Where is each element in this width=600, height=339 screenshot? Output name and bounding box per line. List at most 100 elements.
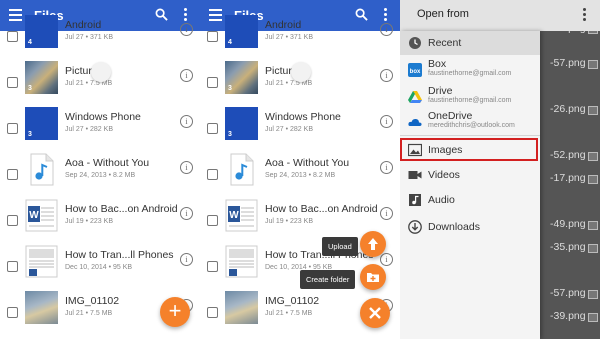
info-icon[interactable]: i: [180, 207, 193, 220]
drawer-item-downloads[interactable]: Downloads: [400, 215, 540, 239]
image-file-icon: [588, 106, 598, 115]
image-file-icon: [588, 60, 598, 69]
info-icon[interactable]: i: [380, 161, 393, 174]
folder-add-icon: [367, 273, 379, 282]
drawer-item-onedrive[interactable]: OneDrive meredithchris@outlook.com: [400, 110, 540, 134]
select-checkbox[interactable]: [207, 307, 218, 318]
file-row[interactable]: 3 Windows Phone Jul 27 • 282 KB i: [200, 106, 400, 152]
file-meta: Sep 24, 2013 • 8.2 MB: [265, 172, 336, 179]
select-checkbox[interactable]: [7, 169, 18, 180]
add-fab-button[interactable]: +: [160, 297, 190, 327]
info-icon[interactable]: i: [380, 69, 393, 82]
file-name: Aoa - Without You: [65, 157, 150, 169]
box-icon: box: [408, 63, 422, 77]
more-options-icon[interactable]: [583, 8, 586, 23]
open-from-header: Open from: [400, 0, 600, 31]
background-file-row: -35.png: [530, 226, 600, 272]
drawer-item-label: Videos: [428, 169, 460, 181]
photo-thumbnail: 3: [25, 61, 58, 94]
word-document-icon: W: [225, 199, 258, 232]
file-meta: Jul 27 • 371 KB: [65, 34, 113, 41]
drawer-item-audio[interactable]: Audio: [400, 188, 540, 212]
file-thumbnail: [225, 153, 258, 186]
file-row[interactable]: W How to Bac...on Android Jul 19 • 223 KB i: [0, 198, 200, 244]
select-checkbox[interactable]: [207, 77, 218, 88]
audio-file-icon: [230, 153, 254, 186]
background-file-row: -39.png: [530, 295, 600, 339]
drive-icon: [408, 91, 422, 103]
upload-icon: [368, 238, 378, 250]
drawer-item-box[interactable]: box Box faustinethorne@gmail.com: [400, 58, 540, 82]
file-row[interactable]: 3 Windows Phone Jul 27 • 282 KB i: [0, 106, 200, 152]
select-checkbox[interactable]: [7, 215, 18, 226]
select-checkbox[interactable]: [7, 307, 18, 318]
video-icon: [408, 171, 422, 179]
create-folder-tooltip: Create folder: [300, 270, 356, 289]
service-account: meredithchris@outlook.com: [428, 122, 515, 129]
document-icon: [225, 245, 258, 278]
image-file-icon: [588, 313, 598, 322]
service-account: faustinethorne@gmail.com: [428, 97, 512, 104]
file-name: IMG_01102: [65, 295, 120, 307]
folder-icon: 3: [25, 107, 58, 140]
service-label: Box: [428, 58, 447, 70]
file-row[interactable]: How to Tran...ll Phones Dec 10, 2014 • 95…: [0, 244, 200, 290]
drawer-item-label: Downloads: [428, 221, 480, 233]
info-icon[interactable]: i: [180, 69, 193, 82]
file-meta: Jul 19 • 223 KB: [65, 218, 113, 225]
file-name: Android: [265, 19, 302, 31]
item-count: 3: [228, 131, 232, 138]
info-icon[interactable]: i: [180, 161, 193, 174]
svg-text:W: W: [229, 210, 239, 221]
folder-icon: 3: [225, 107, 258, 140]
file-name: How to Bac...on Android: [65, 203, 178, 215]
file-row[interactable]: 4 Android Jul 27 • 371 KB i: [200, 14, 400, 60]
info-icon[interactable]: i: [380, 23, 393, 36]
word-document-icon: W: [25, 199, 58, 232]
select-checkbox[interactable]: [7, 77, 18, 88]
file-name: Windows Phone: [265, 111, 341, 123]
upload-tooltip: Upload: [322, 237, 358, 256]
photo-thumbnail: 3: [225, 61, 258, 94]
file-thumbnail: [25, 153, 58, 186]
select-checkbox[interactable]: [7, 123, 18, 134]
file-row[interactable]: Aoa - Without You Sep 24, 2013 • 8.2 MB i: [200, 152, 400, 198]
drawer-item-drive[interactable]: Drive faustinethorne@gmail.com: [400, 85, 540, 109]
file-meta: Jul 21 • 7.5 MB: [65, 310, 113, 317]
file-row[interactable]: Aoa - Without You Sep 24, 2013 • 8.2 MB i: [0, 152, 200, 198]
file-thumbnail: W: [225, 199, 258, 232]
file-row[interactable]: 4 Android Jul 27 • 371 KB i: [0, 14, 200, 60]
file-thumbnail: W: [25, 199, 58, 232]
select-checkbox[interactable]: [207, 123, 218, 134]
close-fab-button[interactable]: [360, 298, 390, 328]
info-icon[interactable]: i: [180, 115, 193, 128]
drawer-item-recent[interactable]: Recent: [400, 31, 540, 55]
select-checkbox[interactable]: [207, 31, 218, 42]
info-icon[interactable]: i: [180, 23, 193, 36]
svg-text:W: W: [29, 210, 39, 221]
drawer-item-videos[interactable]: Videos: [400, 163, 540, 187]
item-count: 3: [28, 131, 32, 138]
info-icon[interactable]: i: [380, 115, 393, 128]
select-checkbox[interactable]: [207, 261, 218, 272]
file-name: Android: [65, 19, 102, 31]
files-panel-1: Files 4AndroidJul 27 • 371 KBi3PicturesJ…: [0, 0, 200, 339]
create-folder-fab-button[interactable]: [360, 264, 386, 290]
file-meta: Jul 21 • 7.5 MB: [265, 310, 313, 317]
service-label: Drive: [428, 85, 453, 97]
divider: [400, 135, 540, 136]
upload-fab-button[interactable]: [360, 231, 386, 257]
file-thumbnail: [25, 245, 58, 278]
file-name: How to Bac...on Android: [265, 203, 378, 215]
info-icon[interactable]: i: [180, 253, 193, 266]
info-icon[interactable]: i: [380, 207, 393, 220]
select-checkbox[interactable]: [207, 169, 218, 180]
select-checkbox[interactable]: [7, 31, 18, 42]
select-checkbox[interactable]: [207, 215, 218, 226]
background-file-name: -35.png: [550, 241, 586, 253]
file-meta: Sep 24, 2013 • 8.2 MB: [65, 172, 136, 179]
select-checkbox[interactable]: [7, 261, 18, 272]
audio-icon: [409, 194, 421, 206]
photo-thumbnail: [25, 291, 58, 324]
background-file-row: -17.png: [530, 157, 600, 203]
